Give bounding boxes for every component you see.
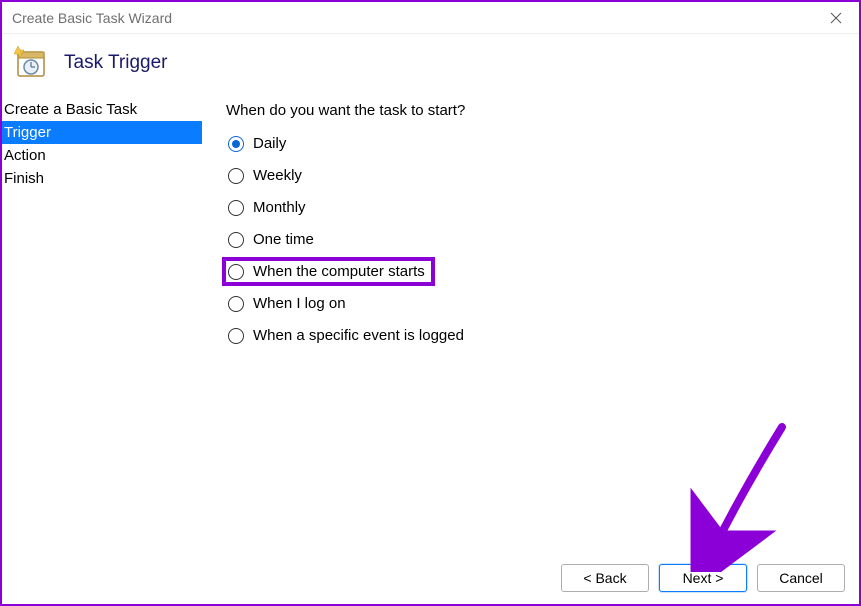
option-label: Monthly bbox=[253, 199, 306, 216]
radio-icon bbox=[228, 168, 244, 184]
sidebar-step-finish[interactable]: Finish bbox=[2, 167, 202, 190]
option-daily[interactable]: Daily bbox=[226, 133, 292, 154]
radio-icon bbox=[228, 136, 244, 152]
option-specific-event[interactable]: When a specific event is logged bbox=[226, 325, 470, 346]
option-log-on[interactable]: When I log on bbox=[226, 293, 352, 314]
option-label: When the computer starts bbox=[253, 263, 425, 280]
option-label: When I log on bbox=[253, 295, 346, 312]
trigger-prompt: When do you want the task to start? bbox=[226, 102, 859, 119]
option-computer-starts[interactable]: When the computer starts bbox=[226, 261, 431, 282]
task-scheduler-icon bbox=[14, 46, 48, 80]
option-label: Daily bbox=[253, 135, 286, 152]
wizard-body: Create a Basic Task Trigger Action Finis… bbox=[2, 98, 859, 552]
option-monthly[interactable]: Monthly bbox=[226, 197, 312, 218]
trigger-options: Daily Weekly Monthly One time When the c bbox=[226, 133, 859, 346]
option-label: Weekly bbox=[253, 167, 302, 184]
main-panel: When do you want the task to start? Dail… bbox=[202, 98, 859, 552]
wizard-header: Task Trigger bbox=[2, 34, 859, 98]
sidebar-step-create[interactable]: Create a Basic Task bbox=[2, 98, 202, 121]
radio-icon bbox=[228, 232, 244, 248]
option-label: When a specific event is logged bbox=[253, 327, 464, 344]
option-weekly[interactable]: Weekly bbox=[226, 165, 308, 186]
next-button[interactable]: Next > bbox=[659, 564, 747, 592]
radio-icon bbox=[228, 296, 244, 312]
radio-icon bbox=[228, 328, 244, 344]
radio-icon bbox=[228, 200, 244, 216]
window-title: Create Basic Task Wizard bbox=[12, 10, 172, 26]
wizard-footer: < Back Next > Cancel bbox=[2, 552, 859, 604]
cancel-button[interactable]: Cancel bbox=[757, 564, 845, 592]
page-title: Task Trigger bbox=[64, 52, 167, 74]
wizard-window: Create Basic Task Wizard Task Trigger Cr… bbox=[0, 0, 861, 606]
titlebar: Create Basic Task Wizard bbox=[2, 2, 859, 34]
sidebar-step-trigger[interactable]: Trigger bbox=[2, 121, 202, 144]
close-icon bbox=[830, 12, 842, 24]
radio-icon bbox=[228, 264, 244, 280]
option-label: One time bbox=[253, 231, 314, 248]
option-one-time[interactable]: One time bbox=[226, 229, 320, 250]
back-button[interactable]: < Back bbox=[561, 564, 649, 592]
close-button[interactable] bbox=[813, 2, 859, 33]
sidebar-step-action[interactable]: Action bbox=[2, 144, 202, 167]
sidebar-steps: Create a Basic Task Trigger Action Finis… bbox=[2, 98, 202, 552]
